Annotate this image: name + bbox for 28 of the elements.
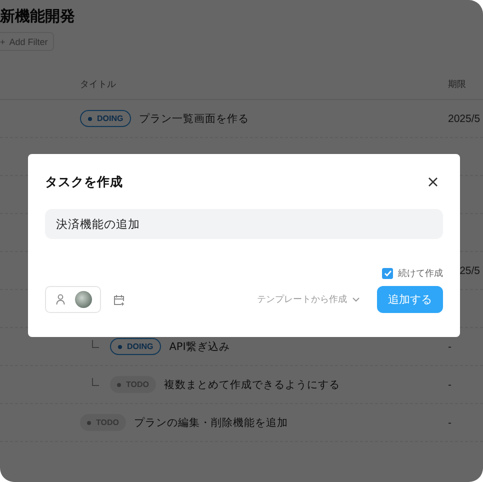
due-date: 2025/5 (448, 112, 482, 124)
subtask-connector (92, 378, 99, 386)
calendar-plus-icon[interactable] (113, 294, 125, 306)
add-button[interactable]: 追加する (377, 286, 443, 313)
chevron-down-icon (352, 297, 360, 302)
due-date: - (448, 416, 452, 428)
status-badge[interactable]: DOING (110, 338, 162, 355)
task-title[interactable]: プランの編集・削除機能を追加 (134, 416, 288, 430)
column-header: 期限 (448, 78, 467, 90)
template-dropdown[interactable]: テンプレートから作成 (257, 293, 360, 306)
subtask-connector (92, 340, 99, 348)
task-title[interactable]: API繋ぎ込み (169, 340, 230, 354)
project-title: 新機能開発 (0, 6, 76, 27)
avatar (75, 291, 92, 308)
checkbox[interactable] (382, 268, 393, 278)
due-date: 25/5 (458, 264, 481, 276)
person-icon (56, 294, 65, 305)
status-badge[interactable]: DOING (80, 110, 132, 127)
assignee-selector[interactable] (45, 286, 101, 313)
column-header: タイトル (80, 78, 117, 90)
due-date: - (448, 378, 452, 390)
task-title[interactable]: プラン一覧画面を作る (139, 112, 250, 126)
task-title[interactable]: 複数まとめて作成できるようにする (164, 378, 340, 392)
checkbox-label: 続けて作成 (398, 268, 443, 280)
task-name-field[interactable]: 決済機能の追加 (45, 209, 443, 239)
close-icon[interactable] (428, 177, 438, 187)
due-date: - (448, 340, 452, 352)
dialog-title: タスクを作成 (45, 174, 123, 190)
